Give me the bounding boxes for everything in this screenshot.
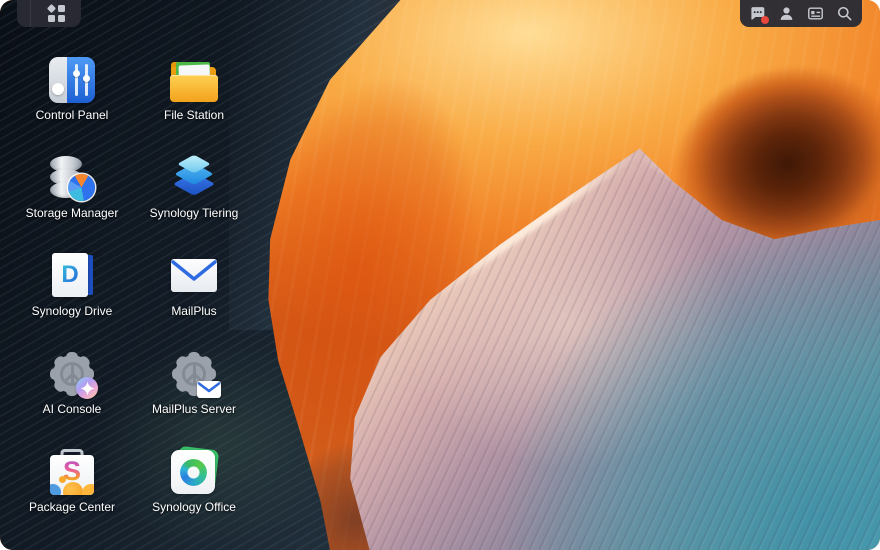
desktop-icon-ai-console[interactable]: AI Console <box>11 344 133 442</box>
synology-office-icon <box>170 448 218 496</box>
widgets-card-icon <box>807 5 824 22</box>
gear-art <box>49 351 95 397</box>
drive-logo-letter: D <box>61 263 78 287</box>
desktop-icon-label: Storage Manager <box>26 206 119 221</box>
office-white-card <box>171 450 215 494</box>
desktop-icon-label: Synology Tiering <box>150 206 239 221</box>
show-desktop-button[interactable] <box>17 0 31 27</box>
desktop-icon-control-panel[interactable]: Control Panel <box>11 50 133 148</box>
ai-console-icon <box>48 350 96 398</box>
shopping-bag-art: S <box>48 449 96 496</box>
desktop-icon-mailplus-server[interactable]: MailPlus Server <box>133 344 255 442</box>
control-panel-art <box>49 57 95 103</box>
notification-dot <box>761 16 769 24</box>
taskbar-tray-pill <box>740 0 862 27</box>
office-card-art <box>170 448 218 496</box>
desktop-icon-grid: Control Panel File Station <box>11 50 255 540</box>
user-icon <box>778 5 795 22</box>
ai-sparkle-badge <box>76 377 98 399</box>
dune-crest-highlight <box>427 144 643 302</box>
database-art <box>48 154 96 202</box>
taskbar-left-pill <box>17 0 81 27</box>
desktop-icon-synology-tiering[interactable]: Synology Tiering <box>133 148 255 246</box>
chat-notifications-button[interactable] <box>745 2 769 26</box>
main-menu-grid-icon <box>48 5 65 22</box>
grid-diamond <box>46 4 55 13</box>
cp-gray-panel <box>49 57 67 103</box>
desktop-icon-label: Synology Office <box>152 500 236 515</box>
mailplus-icon <box>170 252 218 300</box>
layer-stack-art <box>170 154 218 202</box>
desktop-icon-label: File Station <box>164 108 224 123</box>
desktop-icon-file-station[interactable]: File Station <box>133 50 255 148</box>
user-menu-button[interactable] <box>774 2 798 26</box>
folder-front <box>170 75 218 102</box>
wallpaper-canyon-bowl <box>643 27 880 297</box>
gear-art <box>171 351 217 397</box>
desktop-icon-storage-manager[interactable]: Storage Manager <box>11 148 133 246</box>
search-icon <box>836 5 853 22</box>
desktop-icon-synology-drive[interactable]: D Synology Drive <box>11 246 133 344</box>
envelope-badge <box>197 381 221 398</box>
desktop-icon-synology-office[interactable]: Synology Office <box>133 442 255 540</box>
dune-teal-corner <box>500 230 880 550</box>
widgets-button[interactable] <box>804 2 828 26</box>
desktop-icon-label: MailPlus Server <box>152 402 236 417</box>
desktop-icon-label: Control Panel <box>36 108 109 123</box>
package-center-logo-letter: S <box>50 456 94 486</box>
dune-cream-wash <box>400 180 740 470</box>
office-ring-logo <box>180 459 207 486</box>
desktop-icon-package-center[interactable]: S Package Center <box>11 442 133 540</box>
cp-slider-track <box>75 64 78 96</box>
grid-square <box>58 15 65 22</box>
rock-edge-sheen <box>229 0 423 330</box>
cp-blue-panel <box>67 57 95 103</box>
folder-art <box>170 58 218 102</box>
desktop-icon-mailplus[interactable]: MailPlus <box>133 246 255 344</box>
grid-square <box>58 5 65 12</box>
synology-drive-icon: D <box>48 252 96 300</box>
pie-chart <box>68 174 95 201</box>
synology-tiering-icon <box>170 154 218 202</box>
dune-crest-highlight-2 <box>635 149 784 243</box>
storage-manager-icon <box>48 154 96 202</box>
mailplus-server-icon <box>170 350 218 398</box>
drive-card-art: D <box>48 252 96 300</box>
sparkle-icon <box>80 381 95 396</box>
dsm-desktop: Control Panel File Station <box>0 0 880 550</box>
control-panel-icon <box>48 56 96 104</box>
envelope-flap <box>171 259 217 292</box>
grid-square <box>48 15 55 22</box>
desktop-icon-label: AI Console <box>43 402 102 417</box>
main-menu-button[interactable] <box>31 0 81 27</box>
package-center-icon: S <box>48 448 96 496</box>
file-station-icon <box>170 56 218 104</box>
drive-card-white: D <box>52 253 88 297</box>
bag-body: S <box>50 455 94 495</box>
search-button[interactable] <box>833 2 857 26</box>
envelope-art <box>170 252 218 300</box>
desktop-icon-label: Package Center <box>29 500 115 515</box>
cp-knob <box>52 83 64 95</box>
cp-slider-knob <box>73 70 80 77</box>
cp-slider-knob <box>83 75 90 82</box>
desktop-icon-label: MailPlus <box>171 304 216 319</box>
envelope-badge-flap <box>197 381 221 398</box>
desktop-icon-label: Synology Drive <box>32 304 113 319</box>
